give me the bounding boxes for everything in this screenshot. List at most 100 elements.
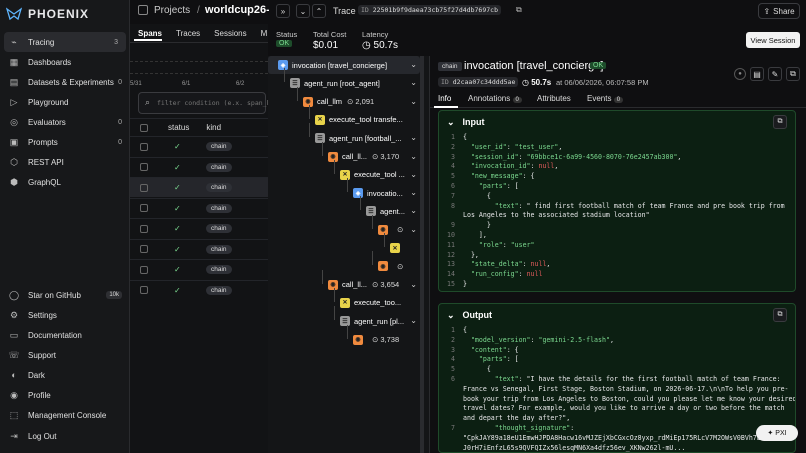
table-row[interactable]: ✓ chain — [130, 197, 268, 218]
pxi-button[interactable]: ✦ PXI — [756, 425, 798, 441]
tree-node[interactable]: ☰ agent_run [football_... — [315, 129, 402, 147]
row-checkbox[interactable] — [140, 163, 148, 171]
chevron-up-icon[interactable]: ⌃ — [312, 4, 326, 18]
chevron-down-icon[interactable]: ⌄ — [410, 280, 417, 289]
tree-node[interactable]: ☰ agent_run [root_agent] — [290, 74, 380, 92]
breadcrumb-projects[interactable]: Projects — [154, 5, 190, 16]
sidebar-item-settings[interactable]: ⚙ Settings — [0, 305, 130, 325]
filter-input[interactable]: ⌕ filter condition (e.x. span_k — [138, 92, 271, 114]
sidebar-item-playground[interactable]: ▷ Playground — [0, 92, 130, 112]
sidebar-item-datasets[interactable]: ▤ Datasets & Experiments 0 — [0, 72, 130, 92]
table-row[interactable]: ✓ chain — [130, 279, 268, 300]
input-header[interactable]: ⌄ Input — [439, 111, 795, 133]
share-button[interactable]: ⇪ Share — [758, 3, 800, 19]
tree-node[interactable]: ◉ ⊙ — [378, 257, 403, 275]
chevron-down-icon[interactable]: ⌄ — [410, 133, 417, 142]
chevron-down-icon[interactable]: ⌄ — [410, 206, 417, 215]
sidebar-item-profile[interactable]: ◉ Profile — [0, 385, 130, 405]
tab-sessions[interactable]: Sessions — [214, 29, 246, 38]
copy-icon[interactable]: ⧉ — [516, 5, 522, 15]
copy-input-icon[interactable]: ⧉ — [773, 115, 787, 129]
tab-events[interactable]: Events 0 — [587, 94, 624, 103]
tab-spans[interactable]: Spans — [138, 29, 162, 38]
select-all-checkbox[interactable] — [140, 123, 148, 132]
column-status[interactable]: status — [168, 123, 189, 132]
chevron-down-icon[interactable]: ⌄ — [410, 170, 417, 179]
tree-scrollbar[interactable] — [420, 56, 424, 453]
sidebar-item-tracing[interactable]: ⌁ Tracing 3 — [4, 32, 126, 52]
tree-node-label: execute_too... — [354, 298, 402, 308]
sidebar-item-dark[interactable]: ◐ Dark — [0, 365, 130, 385]
row-checkbox[interactable] — [140, 142, 148, 151]
chevron-down-icon[interactable]: ⌄ — [410, 152, 417, 161]
tree-node[interactable]: ✕ — [390, 239, 404, 257]
sidebar-item-support[interactable]: ☏ Support — [0, 345, 130, 365]
tree-node[interactable]: ◉ ⊙ 3,738 — [353, 331, 399, 349]
chevron-down-icon[interactable]: ⌄ — [410, 188, 417, 197]
chevron-down-icon[interactable]: ⌄ — [410, 225, 417, 234]
timeline[interactable]: 5/31 6/1 6/2 — [130, 42, 268, 90]
sidebar-item-management-console[interactable]: ⬚ Management Console — [0, 405, 130, 425]
tree-node[interactable]: ✕ execute_tool transfe... — [315, 111, 403, 129]
edit-icon[interactable]: ✎ — [768, 67, 782, 81]
llm-kind-icon: ◉ — [353, 334, 363, 345]
tree-node[interactable]: ✕ execute_tool ... — [340, 166, 405, 184]
table-row[interactable]: ✓ chain — [130, 218, 268, 238]
tab-annotations[interactable]: Annotations 0 — [468, 94, 522, 103]
table-row[interactable]: ✓ chain — [130, 238, 268, 259]
sidebar-item-log-out[interactable]: ⇥ Log Out — [0, 426, 130, 446]
timeline-tick: 6/2 — [236, 81, 245, 87]
tab-annotations-count: 0 — [512, 97, 522, 103]
sidebar-item-evaluators[interactable]: ◎ Evaluators 0 — [0, 112, 130, 132]
table-row[interactable]: ✓ chain — [130, 156, 268, 177]
row-checkbox[interactable] — [140, 224, 148, 233]
status-label: Status — [276, 30, 298, 39]
tab-info[interactable]: Info — [438, 94, 451, 103]
row-checkbox[interactable] — [140, 204, 148, 212]
tree-node[interactable]: ◉ ⊙ — [378, 221, 403, 239]
tree-node[interactable]: ◉ call_ll... ⊙ 3,654 — [328, 276, 399, 294]
row-checkbox[interactable] — [140, 265, 148, 274]
sidebar-item-rest-api[interactable]: ⬡ REST API — [0, 152, 130, 172]
copy-icon[interactable]: ⧉ — [786, 67, 800, 81]
tab-attributes[interactable]: Attributes — [537, 94, 571, 103]
code-line: 2 "user_id": "test_user", — [451, 142, 563, 151]
code-line: Los Angeles to the associated stadium lo… — [463, 211, 650, 220]
database-icon[interactable]: ▤ — [750, 67, 764, 81]
tree-node[interactable]: ◉ call_ll... ⊙ 3,170 — [328, 148, 399, 166]
row-checkbox[interactable] — [140, 183, 148, 192]
sidebar-toggle-icon[interactable] — [138, 5, 148, 15]
record-icon[interactable]: ● — [734, 68, 746, 80]
view-session-button[interactable]: View Session — [746, 32, 800, 48]
table-row[interactable]: ✓ chain — [130, 177, 268, 197]
chevron-down-icon[interactable]: ⌄ — [410, 97, 417, 106]
chevron-down-icon[interactable]: ⌄ — [410, 78, 417, 87]
sidebar-item-dashboards[interactable]: ▦ Dashboards — [0, 52, 130, 72]
sidebar-item-github[interactable]: ◯ Star on GitHub 10k — [0, 285, 130, 305]
sidebar-item-documentation[interactable]: ▭ Documentation — [0, 325, 130, 345]
sidebar-item-prompts[interactable]: ▣ Prompts 0 — [0, 132, 130, 152]
breadcrumb-project[interactable]: worldcup26-fc — [205, 4, 269, 16]
collapse-icon[interactable]: » — [276, 4, 290, 18]
chevron-down-icon[interactable]: ⌄ — [410, 60, 417, 69]
copy-output-icon[interactable]: ⧉ — [773, 308, 787, 322]
rest-api-icon: ⬡ — [10, 156, 18, 167]
column-kind[interactable]: kind — [206, 123, 221, 132]
output-header[interactable]: ⌄ Output — [439, 304, 795, 326]
tree-node[interactable]: ☰ agent_run [pl... — [340, 312, 404, 330]
app-logo[interactable]: PHOENIX — [6, 7, 89, 21]
tab-more[interactable]: M — [261, 29, 268, 38]
table-row[interactable]: ✓ chain — [130, 136, 268, 156]
row-checkbox[interactable] — [140, 286, 148, 294]
tab-traces[interactable]: Traces — [176, 29, 200, 38]
chevron-down-icon[interactable]: ⌄ — [410, 316, 417, 325]
tree-node[interactable]: ◈ invocation [travel_concierge] — [278, 56, 387, 74]
row-checkbox[interactable] — [140, 245, 148, 253]
chevron-down-icon[interactable]: ⌄ — [296, 4, 310, 18]
kind-badge: chain — [206, 224, 232, 233]
sidebar-item-graphql[interactable]: ⬢ GraphQL — [0, 172, 130, 192]
table-row[interactable]: ✓ chain — [130, 259, 268, 279]
tree-node[interactable]: ◉ call_llm ⊙ 2,091 — [303, 93, 374, 111]
tree-node[interactable]: ✕ execute_too... — [340, 294, 401, 312]
agent-kind-icon: ☰ — [366, 206, 376, 217]
